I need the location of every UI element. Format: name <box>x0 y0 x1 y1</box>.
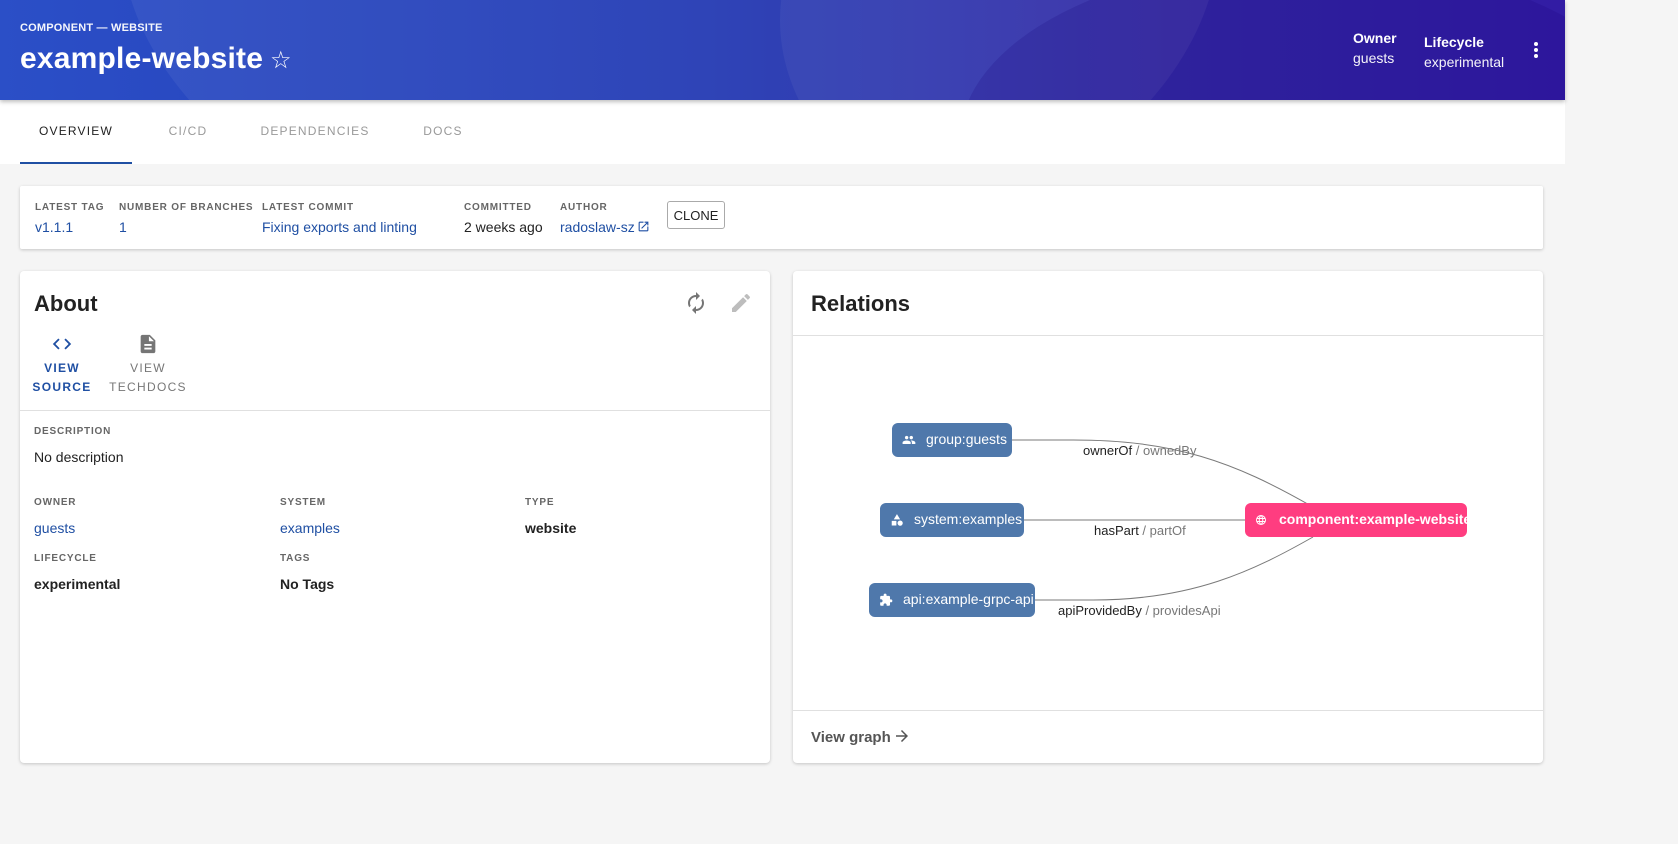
system-link[interactable]: examples <box>280 520 340 536</box>
header-owner-value[interactable]: guests <box>1353 50 1397 66</box>
lifecycle-value: experimental <box>34 576 121 592</box>
latest-commit-link[interactable]: Fixing exports and linting <box>262 219 417 235</box>
relations-graph[interactable]: ownerOf / ownedBy hasPart / partOf apiPr… <box>793 271 1543 710</box>
view-techdocs-label-2: TECHDOCS <box>109 380 187 394</box>
node-component-example-website[interactable]: component:example-website <box>1245 503 1471 537</box>
git-summary-card: LATEST TAG v1.1.1 NUMBER OF BRANCHES 1 L… <box>20 186 1543 249</box>
latest-tag-label: LATEST TAG <box>35 202 105 213</box>
branch-count: NUMBER OF BRANCHES 1 <box>119 202 253 235</box>
view-source-label-2: SOURCE <box>32 380 92 394</box>
header-lifecycle-value: experimental <box>1424 54 1505 70</box>
description-label: DESCRIPTION <box>34 426 112 437</box>
committed-label: COMMITTED <box>464 202 532 213</box>
entity-kind: COMPONENT — WEBSITE <box>20 22 163 34</box>
committed-value: 2 weeks ago <box>464 219 543 235</box>
more-vert-icon[interactable] <box>1528 40 1542 60</box>
edge-label-part: hasPart / partOf <box>1094 523 1186 538</box>
divider <box>793 710 1543 711</box>
view-techdocs-link[interactable]: VIEW TECHDOCS <box>108 333 188 397</box>
author-link[interactable]: radoslaw-sz <box>560 219 650 235</box>
view-graph-label: View graph <box>811 729 891 746</box>
tags-label: TAGS <box>280 553 311 564</box>
code-icon <box>52 338 72 350</box>
header-owner: Owner guests <box>1353 30 1397 66</box>
node-system-examples[interactable]: system:examples <box>880 503 1024 537</box>
branch-count-link[interactable]: 1 <box>119 219 253 235</box>
committed-time: COMMITTED 2 weeks ago <box>464 202 543 235</box>
description-value: No description <box>34 449 124 465</box>
owner-label: OWNER <box>34 497 77 508</box>
owner-field: OWNER guests <box>34 497 76 536</box>
tags-value: No Tags <box>280 576 335 592</box>
owner-link[interactable]: guests <box>34 520 76 536</box>
author-name[interactable]: radoslaw-sz <box>560 219 635 235</box>
node-api-example-grpc-api[interactable]: api:example-grpc-api <box>869 583 1035 617</box>
description-field: DESCRIPTION No description <box>34 426 124 465</box>
tab-dependencies[interactable]: DEPENDENCIES <box>250 100 380 164</box>
node-group-guests[interactable]: group:guests <box>892 423 1012 457</box>
about-card: About VIEW SOURCE VIEW TECHDOCS DESCRIPT… <box>20 271 770 763</box>
relations-card: Relations ownerOf / ownedBy hasPart / pa… <box>793 271 1543 763</box>
open-in-new-icon <box>638 221 649 232</box>
page-title: example-website <box>20 42 264 75</box>
type-value: website <box>525 520 577 536</box>
description-icon <box>140 334 156 354</box>
view-source-link[interactable]: VIEW SOURCE <box>32 333 92 397</box>
tab-cicd[interactable]: CI/CD <box>150 100 226 164</box>
clone-button[interactable]: CLONE <box>667 201 725 229</box>
tags-field: TAGS No Tags <box>280 553 334 592</box>
lifecycle-field: LIFECYCLE experimental <box>34 553 120 592</box>
edge-label-api: apiProvidedBy / providesApi <box>1058 603 1221 618</box>
refresh-icon[interactable] <box>684 291 708 315</box>
system-label: SYSTEM <box>280 497 326 508</box>
node-label: system:examples <box>914 511 1022 527</box>
about-title: About <box>34 291 98 316</box>
edge-api <box>1035 536 1314 601</box>
edge-label-owner: ownerOf / ownedBy <box>1083 443 1197 458</box>
view-source-label-1: VIEW <box>44 361 80 375</box>
header-owner-label: Owner <box>1353 30 1397 46</box>
type-field: TYPE website <box>525 497 576 536</box>
view-techdocs-label-1: VIEW <box>130 361 166 375</box>
star-icon[interactable]: ☆ <box>270 49 292 73</box>
arrow-forward-icon <box>895 730 908 742</box>
lifecycle-label: LIFECYCLE <box>34 553 97 564</box>
header-lifecycle: Lifecycle experimental <box>1424 34 1504 70</box>
tab-overview[interactable]: OVERVIEW <box>20 100 132 164</box>
divider <box>20 410 770 411</box>
tab-indicator <box>20 162 132 164</box>
type-label: TYPE <box>525 497 555 508</box>
entity-header: COMPONENT — WEBSITE example-website ☆ Ow… <box>0 0 1565 100</box>
node-label: api:example-grpc-api <box>903 591 1034 607</box>
latest-tag-link[interactable]: v1.1.1 <box>35 219 104 235</box>
node-label: group:guests <box>926 431 1007 447</box>
system-field: SYSTEM examples <box>280 497 340 536</box>
header-lifecycle-label: Lifecycle <box>1424 34 1484 50</box>
node-label: component:example-website <box>1279 511 1471 527</box>
view-graph-link[interactable]: View graph <box>811 727 911 746</box>
latest-commit-label: LATEST COMMIT <box>262 202 354 213</box>
edit-icon[interactable] <box>729 291 753 315</box>
branch-count-label: NUMBER OF BRANCHES <box>119 202 254 213</box>
commit-author: AUTHOR radoslaw-sz <box>560 202 650 235</box>
tab-bar: OVERVIEW CI/CD DEPENDENCIES DOCS <box>0 100 1565 164</box>
latest-commit: LATEST COMMIT Fixing exports and linting <box>262 202 417 235</box>
author-label: AUTHOR <box>560 202 608 213</box>
tab-docs[interactable]: DOCS <box>408 100 478 164</box>
latest-tag: LATEST TAG v1.1.1 <box>35 202 104 235</box>
